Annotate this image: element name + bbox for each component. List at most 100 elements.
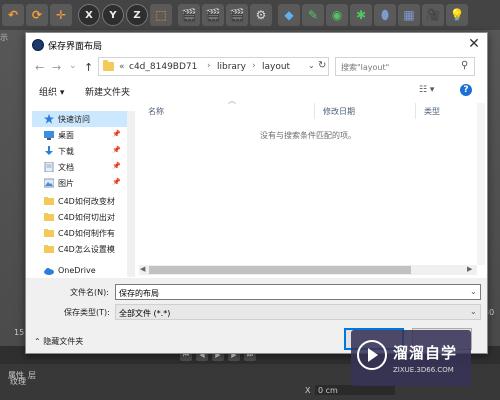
light-icon[interactable]: 💡 <box>446 4 468 26</box>
viewport-label: 示 <box>0 33 8 42</box>
search-box[interactable]: 搜索"layout" ⚲ <box>335 57 475 76</box>
rotate-icon[interactable]: ⟳ <box>26 4 48 26</box>
render-view-icon[interactable]: 🎬 <box>178 4 200 26</box>
scrollbar-thumb[interactable] <box>149 266 411 274</box>
address-dropdown-icon[interactable]: ⌄ <box>308 61 315 70</box>
pin-icon[interactable]: 📌 <box>112 146 121 154</box>
document-icon <box>44 162 54 172</box>
sidebar-item-folder[interactable]: C4D如何制作有 <box>32 225 132 241</box>
breadcrumb-overflow[interactable]: « <box>119 62 125 72</box>
tab-texture[interactable]: 纹理 <box>10 376 26 387</box>
column-type[interactable]: 类型 <box>424 106 440 117</box>
scroll-left-icon[interactable]: ◀ <box>140 265 145 273</box>
address-bar[interactable]: « c4d_8149BD71 › library › layout ⌄ ↻ <box>98 57 329 76</box>
desktop-icon <box>44 131 54 140</box>
breadcrumb-layout[interactable]: layout <box>262 62 290 72</box>
dialog-title: 保存界面布局 <box>48 42 103 52</box>
back-arrow-icon[interactable]: ← <box>35 61 44 74</box>
axis-x-button[interactable]: X <box>78 4 100 26</box>
sidebar-item-quick-access[interactable]: 快速访问 <box>32 111 132 127</box>
filetype-value: 全部文件 (*.*) <box>119 309 171 318</box>
sidebar-item-label: C4D如何切出对 <box>58 213 115 222</box>
c4d-logo-icon <box>32 39 44 51</box>
breadcrumb-library[interactable]: library <box>217 62 246 72</box>
column-name[interactable]: 名称 <box>148 106 164 117</box>
filename-value: 保存的布局 <box>119 289 159 298</box>
axis-z-button[interactable]: Z <box>126 4 148 26</box>
pen-icon[interactable]: ✎ <box>302 4 324 26</box>
command-bar: 组织 ▾ 新建文件夹 ☷ ▾ ? <box>26 81 487 101</box>
search-input[interactable]: 搜索"layout" <box>341 62 389 73</box>
play-logo-icon <box>357 340 387 370</box>
chevron-down-icon[interactable]: ⌄ <box>470 287 477 296</box>
file-list-vertical-scrollbar[interactable] <box>477 103 485 265</box>
dialog-titlebar[interactable]: 保存界面布局 ✕ <box>26 33 487 55</box>
watermark-url: ZIXUE.3D66.COM <box>393 366 454 374</box>
render-picture-viewer-icon[interactable]: 🎬 <box>202 4 224 26</box>
star-icon <box>44 114 54 124</box>
hide-folders-toggle[interactable]: ⌃ 隐藏文件夹 <box>34 336 83 347</box>
filetype-label: 保存类型(T): <box>64 308 110 317</box>
watermark-title: 溜溜自学 <box>393 344 458 362</box>
chevron-down-icon[interactable]: ⌄ <box>470 307 477 316</box>
axis-y-button[interactable]: Y <box>102 4 124 26</box>
sidebar-item-folder[interactable]: C4D如何切出对 <box>32 209 132 225</box>
cube-icon[interactable]: ◆ <box>278 4 300 26</box>
sidebar-item-label: 文档 <box>58 163 74 172</box>
view-options-icon[interactable]: ☷ ▾ <box>419 85 434 95</box>
pin-icon[interactable]: 📌 <box>112 162 121 170</box>
column-divider[interactable] <box>415 103 416 119</box>
breadcrumb-c4d-folder[interactable]: c4d_8149BD71 <box>129 62 197 72</box>
sidebar-item-pictures[interactable]: 图片 📌 <box>32 175 132 191</box>
filename-field[interactable]: 保存的布局 ⌄ <box>115 284 481 300</box>
undo-icon[interactable]: ↶ <box>2 4 24 26</box>
coordinate-system-icon[interactable]: ⬚ <box>150 4 172 26</box>
sidebar-item-downloads[interactable]: 下载 📌 <box>32 143 132 159</box>
save-layout-dialog: 保存界面布局 ✕ ← → ⌄ ↑ « c4d_8149BD71 › librar… <box>25 32 488 354</box>
sidebar-item-folder[interactable]: C4D如何改变材 <box>32 193 132 209</box>
cloner-icon[interactable]: ✱ <box>350 4 372 26</box>
breadcrumb-separator: › <box>252 61 256 71</box>
sidebar-item-label: 图片 <box>58 179 74 188</box>
watermark: 溜溜自学 ZIXUE.3D66.COM <box>351 330 471 386</box>
sidebar-item-label: 快速访问 <box>58 115 90 124</box>
timeline-start-number: 15 <box>14 328 25 337</box>
column-date-modified[interactable]: 修改日期 <box>323 106 355 117</box>
floor-icon[interactable]: ▦ <box>398 4 420 26</box>
refresh-icon[interactable]: ↻ <box>318 60 326 71</box>
folder-icon <box>103 60 114 71</box>
pin-icon[interactable]: 📌 <box>112 178 121 186</box>
search-icon[interactable]: ⚲ <box>461 60 468 71</box>
column-divider[interactable] <box>314 103 315 119</box>
pin-icon[interactable]: 📌 <box>112 130 121 138</box>
gear-icon[interactable]: ⚙ <box>250 4 272 26</box>
breadcrumb-separator: › <box>207 61 211 71</box>
file-list-horizontal-scrollbar[interactable]: ◀ ▶ <box>139 265 477 275</box>
sidebar-item-onedrive[interactable]: OneDrive <box>32 263 132 279</box>
help-icon[interactable]: ? <box>460 84 472 96</box>
navigation-pane: 快速访问 桌面 📌 下载 📌 文档 📌 图片 📌 C4D如何改变材 C4D如何切… <box>32 111 132 277</box>
close-icon[interactable]: ✕ <box>466 36 482 52</box>
camera-icon[interactable]: 🎥 <box>422 4 444 26</box>
organize-button[interactable]: 组织 ▾ <box>39 85 64 98</box>
scroll-right-icon[interactable]: ▶ <box>467 265 472 273</box>
up-arrow-icon[interactable]: ↑ <box>84 61 93 74</box>
sidebar-item-desktop[interactable]: 桌面 📌 <box>32 127 132 143</box>
subdivision-icon[interactable]: ◉ <box>326 4 348 26</box>
sidebar-item-folder[interactable]: C4D怎么设置模 <box>32 241 132 257</box>
coord-x-value: 0 cm <box>318 386 338 395</box>
new-folder-button[interactable]: 新建文件夹 <box>85 85 130 98</box>
filetype-select[interactable]: 全部文件 (*.*) ⌄ <box>115 304 481 320</box>
recent-locations-dropdown-icon[interactable]: ⌄ <box>69 61 77 71</box>
sidebar-scrollbar[interactable] <box>127 111 135 277</box>
download-icon <box>45 146 53 155</box>
folder-icon <box>44 245 54 253</box>
folder-icon <box>44 229 54 237</box>
sidebar-item-documents[interactable]: 文档 📌 <box>32 159 132 175</box>
tab-layers[interactable]: 层 <box>28 370 36 381</box>
deformer-icon[interactable]: ⬮ <box>374 4 396 26</box>
move-icon[interactable]: ✛ <box>50 4 72 26</box>
sidebar-item-label: C4D如何改变材 <box>58 197 115 206</box>
forward-arrow-icon[interactable]: → <box>52 61 61 74</box>
render-settings-icon[interactable]: 🎬 <box>226 4 248 26</box>
